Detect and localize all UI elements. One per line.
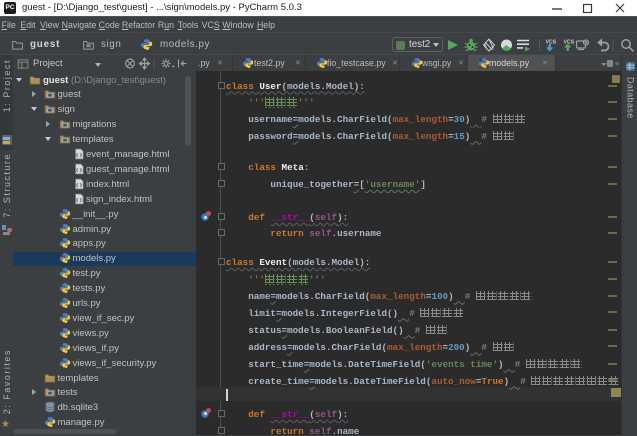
svg-text:VCS: VCS xyxy=(546,40,557,46)
svg-text:VCS: VCS xyxy=(564,40,575,46)
